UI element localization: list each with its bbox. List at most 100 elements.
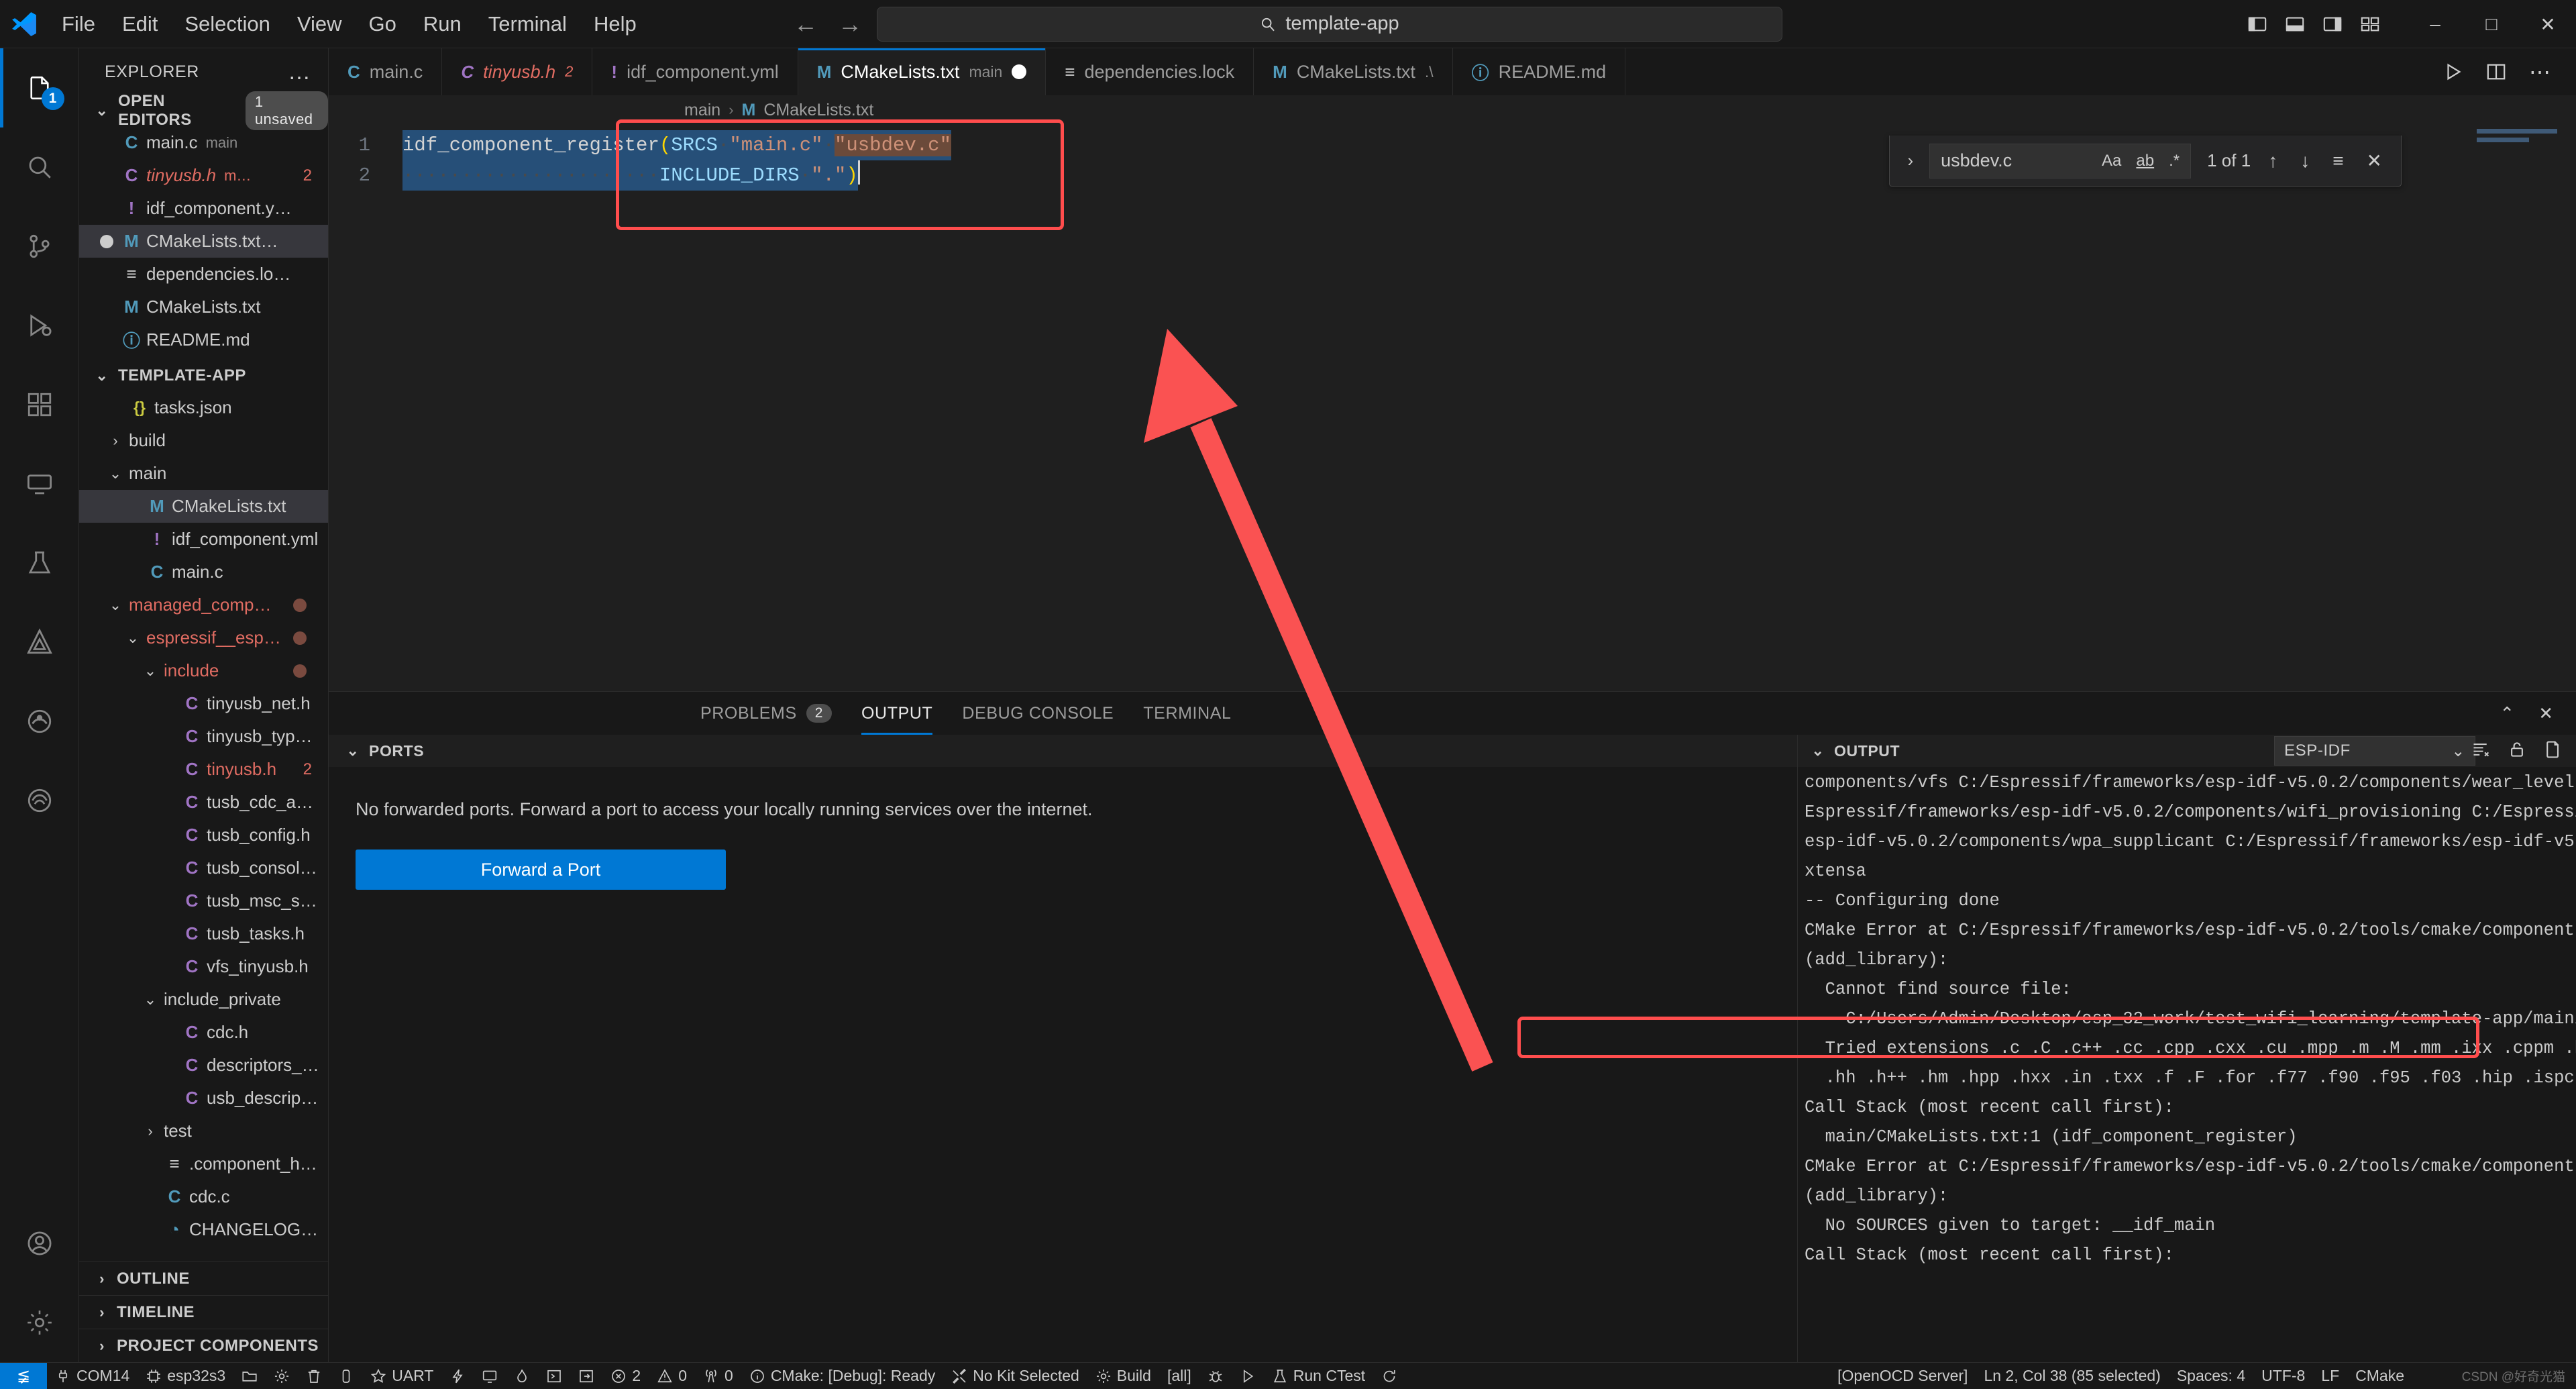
status-bar-item[interactable]: COM14 [47,1363,138,1389]
tree-item[interactable]: Ctusb_msc_storag… [79,884,328,917]
split-editor-icon[interactable] [2486,62,2506,82]
command-center[interactable]: template-app [877,6,1782,42]
open-editor-item[interactable]: M CMakeLists.txt [79,291,328,323]
status-bar-item[interactable] [1232,1363,1264,1389]
tree-item[interactable]: ⌄ include [79,654,328,687]
find-close-icon[interactable]: ✕ [2361,150,2387,172]
section-workspace[interactable]: ⌄ TEMPLATE-APP [79,360,328,391]
tree-item[interactable]: Ccdc.h [79,1016,328,1049]
toggle-panel-icon[interactable] [2285,14,2305,34]
tree-item[interactable]: {} tasks.json [79,391,328,424]
editor-tab[interactable]: ! idf_component.yml [592,48,798,95]
editor-tab[interactable]: Ctinyusb.h 2 [442,48,593,95]
panel-close-icon[interactable]: ✕ [2538,703,2553,724]
breadcrumb-file[interactable]: CMakeLists.txt [763,101,873,120]
find-input-wrapper[interactable]: usbdev.c Aa ab .* [1929,143,2192,178]
tree-item[interactable]: ! idf_component.yml [79,523,328,556]
status-bar-item[interactable] [1199,1363,1232,1389]
status-bar-item[interactable]: UART [362,1363,441,1389]
editor-tab[interactable]: ⓘ README.md [1452,48,1626,95]
editor-tab[interactable]: ≡ dependencies.lock [1046,48,1254,95]
activity-item-esp-idf[interactable] [0,682,79,761]
tree-item[interactable]: M CMakeLists.txt [79,490,328,523]
status-bar-item[interactable]: UTF-8 [2253,1363,2313,1389]
window-minimize-button[interactable]: – [2407,0,2463,48]
whole-word-icon[interactable]: ab [2132,150,2158,172]
tree-item[interactable]: Ctinyusb_types.h [79,720,328,753]
lock-scroll-icon[interactable] [2508,740,2526,759]
activity-item-espressif[interactable] [0,761,79,840]
editor-tab[interactable]: Cmain.c [329,48,443,95]
tree-item[interactable]: › test [79,1115,328,1147]
status-bar-item[interactable]: 2 [602,1363,649,1389]
find-input[interactable]: usbdev.c [1941,150,2091,171]
section-outline[interactable]: › OUTLINE [79,1262,328,1295]
minimap[interactable] [2469,125,2576,691]
menu-view[interactable]: View [284,9,356,38]
open-editor-item[interactable]: Ctinyusb.h m… 2 [79,159,328,192]
status-bar-item[interactable]: 0 [649,1363,695,1389]
tree-item[interactable]: › build [79,424,328,457]
status-bar-item[interactable]: esp32s3 [138,1363,233,1389]
status-bar-item[interactable] [266,1363,298,1389]
status-bar-item[interactable] [1373,1363,1405,1389]
run-icon[interactable] [2443,62,2463,82]
status-bar-item[interactable] [538,1363,570,1389]
tree-item[interactable]: Cmain.c [79,556,328,588]
tree-item[interactable]: Cusb_descriptors.h [79,1082,328,1115]
tree-item[interactable]: Ctusb_tasks.h [79,917,328,950]
status-bar-item[interactable]: Ln 2, Col 38 (85 selected) [1976,1363,2168,1389]
match-case-icon[interactable]: Aa [2098,150,2125,172]
activity-item-remote-explorer[interactable] [0,444,79,523]
open-editor-item[interactable]: ≡ dependencies.lo… [79,258,328,291]
code-editor[interactable]: 1 idf_component_register(SRCS·"main.c"·"… [329,125,2576,691]
tree-item[interactable]: Ctinyusb_net.h [79,687,328,720]
regex-icon[interactable]: .* [2165,150,2184,172]
menu-help[interactable]: Help [580,9,650,38]
status-bar-item[interactable]: LF [2313,1363,2347,1389]
activity-item-run-and-debug[interactable] [0,286,79,365]
unsaved-dot-icon[interactable] [1012,64,1027,79]
output-text[interactable]: components/vfs C:/Espressif/frameworks/e… [1798,767,2576,1362]
section-open-editors[interactable]: ⌄ OPEN EDITORS 1 unsaved [79,91,328,130]
output-channel-select[interactable]: ESP-IDF ⌄ [2274,736,2475,766]
toggle-primary-sidebar-icon[interactable] [2247,14,2267,34]
editor-tab[interactable]: M CMakeLists.txt .\ [1254,48,1453,95]
menu-file[interactable]: File [48,9,109,38]
tree-item[interactable]: ⌄ include_private [79,983,328,1016]
arrow-left-icon[interactable]: ← [794,10,818,38]
sidebar-more-actions-icon[interactable]: … [288,60,312,83]
status-bar-item[interactable]: CMake [2347,1363,2412,1389]
tree-item[interactable]: Ctusb_cdc_acm.h [79,786,328,819]
find-next-icon[interactable]: ↓ [2295,150,2315,172]
tree-item[interactable]: Ctinyusb.h 2 [79,753,328,786]
status-bar-item[interactable]: [OpenOCD Server] [1829,1363,1976,1389]
status-bar-item[interactable]: Build [1087,1363,1159,1389]
panel-tab-problems[interactable]: PROBLEMS 2 [686,692,847,735]
status-bar-item[interactable] [474,1363,506,1389]
tree-item[interactable]: ⌄ managed_comp… [79,588,328,621]
find-widget[interactable]: › usbdev.c Aa ab .* 1 of 1 ↑ ↓ ≡ ✕ [1889,136,2402,187]
activity-item-settings[interactable] [0,1283,79,1362]
arrow-right-icon[interactable]: → [838,10,862,38]
toggle-secondary-sidebar-icon[interactable] [2322,14,2343,34]
panel-collapse-icon[interactable]: ⌃ [2500,703,2514,724]
tree-item[interactable]: Ccdc.c [79,1180,328,1213]
tree-item[interactable]: ⌄ main [79,457,328,490]
status-bar-item[interactable] [298,1363,330,1389]
status-bar-item[interactable]: Run CTest [1264,1363,1373,1389]
chevron-right-icon[interactable]: › [1903,150,1917,171]
customize-layout-icon[interactable] [2360,14,2380,34]
status-bar-item[interactable] [441,1363,474,1389]
menu-go[interactable]: Go [356,9,410,38]
ports-header[interactable]: ⌄ PORTS [329,735,1797,767]
open-editor-item[interactable]: ⓘ README.md [79,323,328,356]
menu-run[interactable]: Run [410,9,475,38]
panel-tab-output[interactable]: OUTPUT [847,692,947,735]
panel-tab-debug-console[interactable]: DEBUG CONSOLE [947,692,1128,735]
editor-tab[interactable]: M CMakeLists.txt main [798,48,1046,95]
status-bar-item[interactable]: No Kit Selected [943,1363,1087,1389]
find-previous-icon[interactable]: ↑ [2263,150,2283,172]
status-bar-item[interactable] [233,1363,266,1389]
editor-more-actions-icon[interactable]: ⋯ [2529,61,2552,83]
